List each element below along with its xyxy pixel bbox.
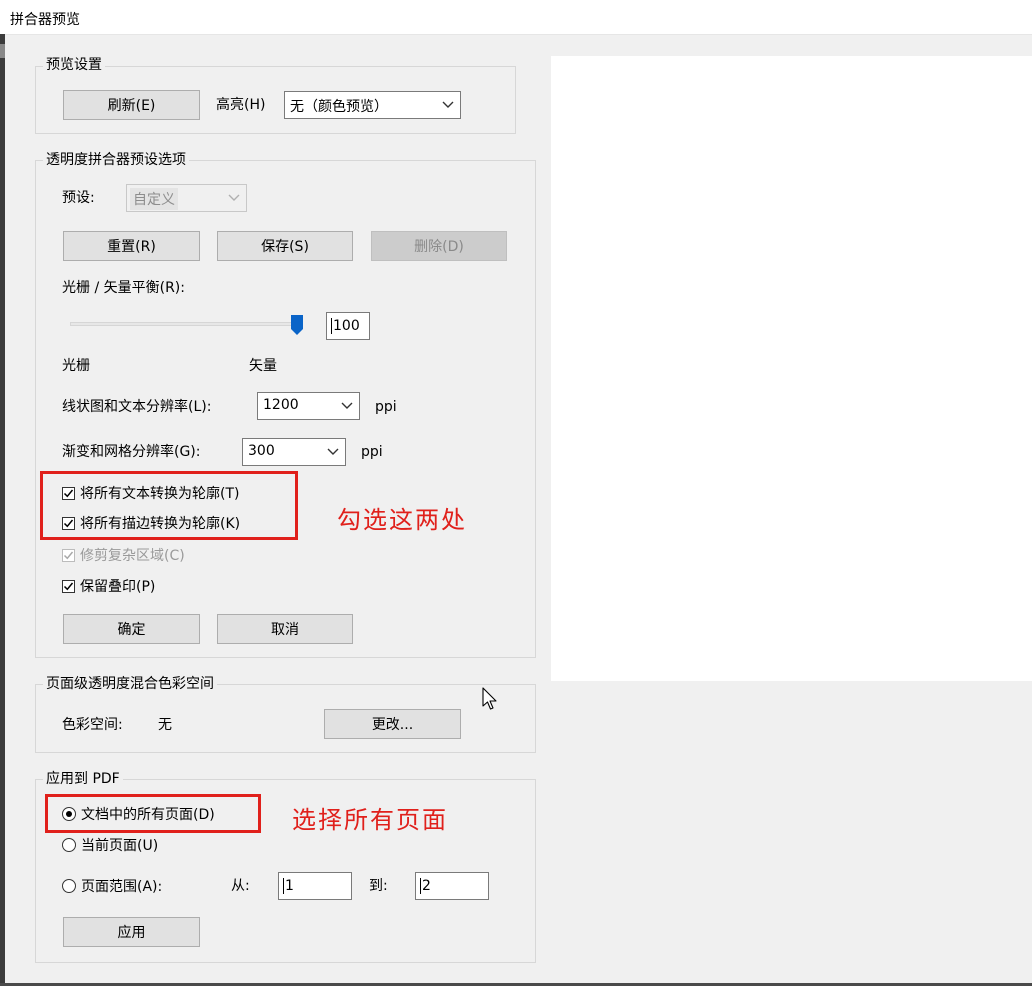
gradient-resolution-value: 300 xyxy=(248,443,275,459)
highlight-select[interactable]: 无（颜色预览） xyxy=(284,91,461,119)
annotation-note-all-pages: 选择所有页面 xyxy=(292,806,448,834)
gradient-unit: ppi xyxy=(361,444,383,460)
save-button[interactable]: 保存(S) xyxy=(217,231,353,261)
balance-label: 光栅 / 矢量平衡(R): xyxy=(62,280,185,296)
balance-slider-thumb[interactable] xyxy=(291,315,303,339)
line-art-unit: ppi xyxy=(375,399,397,415)
radio-dot[interactable] xyxy=(62,879,76,893)
line-art-resolution-label: 线状图和文本分辨率(L): xyxy=(62,399,212,415)
line-art-resolution-select[interactable]: 1200 xyxy=(257,392,360,420)
current-page-radio[interactable]: 当前页面(U) xyxy=(62,835,158,855)
apply-button[interactable]: 应用 xyxy=(63,917,200,947)
change-color-space-button[interactable]: 更改... xyxy=(324,709,461,739)
from-label: 从: xyxy=(231,878,250,894)
color-space-value: 无 xyxy=(158,717,172,733)
gradient-resolution-label: 渐变和网格分辨率(G): xyxy=(62,444,201,460)
annotation-box-checkboxes xyxy=(40,471,298,540)
line-art-resolution-value: 1200 xyxy=(263,397,299,413)
preset-label: 预设: xyxy=(62,190,95,206)
ok-button[interactable]: 确定 xyxy=(63,614,200,644)
reset-button[interactable]: 重置(R) xyxy=(63,231,200,261)
preset-select-value: 自定义 xyxy=(130,188,178,210)
checkbox-box[interactable] xyxy=(62,579,75,593)
highlight-select-value: 无（颜色预览） xyxy=(290,99,388,115)
gradient-resolution-select[interactable]: 300 xyxy=(242,438,346,466)
radio-label: 页面范围(A): xyxy=(81,879,163,895)
page-range-radio[interactable]: 页面范围(A): xyxy=(62,876,162,896)
checkbox-label: 保留叠印(P) xyxy=(80,579,156,595)
chevron-down-icon[interactable] xyxy=(436,92,460,118)
title-bar: 拼合器预览 xyxy=(0,0,1032,35)
window-title: 拼合器预览 xyxy=(10,12,80,28)
flattener-options-legend: 透明度拼合器预设选项 xyxy=(43,151,189,169)
refresh-button[interactable]: 刷新(E) xyxy=(63,90,200,120)
preview-canvas[interactable] xyxy=(551,56,1032,681)
chevron-down-icon[interactable] xyxy=(335,393,359,419)
highlight-label: 高亮(H) xyxy=(216,97,266,113)
vector-label: 矢量 xyxy=(249,358,277,374)
from-page-input[interactable]: 1 xyxy=(278,872,352,900)
mouse-cursor-icon xyxy=(482,687,498,715)
checkbox-box xyxy=(62,548,75,562)
blend-space-legend: 页面级透明度混合色彩空间 xyxy=(43,675,217,693)
chevron-down-icon[interactable] xyxy=(321,439,345,465)
from-page-value: 1 xyxy=(285,878,294,894)
balance-input-value: 100 xyxy=(333,318,360,334)
preset-select: 自定义 xyxy=(126,184,247,212)
clip-complex-regions-checkbox: 修剪复杂区域(C) xyxy=(62,545,185,565)
annotation-note-checkboxes: 勾选这两处 xyxy=(337,506,467,534)
color-space-label: 色彩空间: xyxy=(62,717,123,733)
left-edge-handle xyxy=(0,44,5,58)
to-page-value: 2 xyxy=(422,878,431,894)
raster-label: 光栅 xyxy=(62,358,90,374)
cancel-button[interactable]: 取消 xyxy=(217,614,353,644)
balance-input[interactable]: 100 xyxy=(326,312,370,340)
preserve-overprint-checkbox[interactable]: 保留叠印(P) xyxy=(62,576,155,596)
chevron-down-icon xyxy=(222,185,246,211)
balance-slider-track[interactable] xyxy=(70,322,302,326)
radio-dot[interactable] xyxy=(62,838,76,852)
delete-button: 删除(D) xyxy=(371,231,507,261)
radio-label: 当前页面(U) xyxy=(81,838,159,854)
apply-pdf-legend: 应用到 PDF xyxy=(43,770,123,788)
annotation-box-all-pages xyxy=(45,794,261,833)
checkbox-label: 修剪复杂区域(C) xyxy=(80,548,185,564)
to-page-input[interactable]: 2 xyxy=(415,872,489,900)
left-edge-strip xyxy=(0,34,5,986)
preview-settings-legend: 预览设置 xyxy=(43,56,105,74)
to-label: 到: xyxy=(369,878,388,894)
